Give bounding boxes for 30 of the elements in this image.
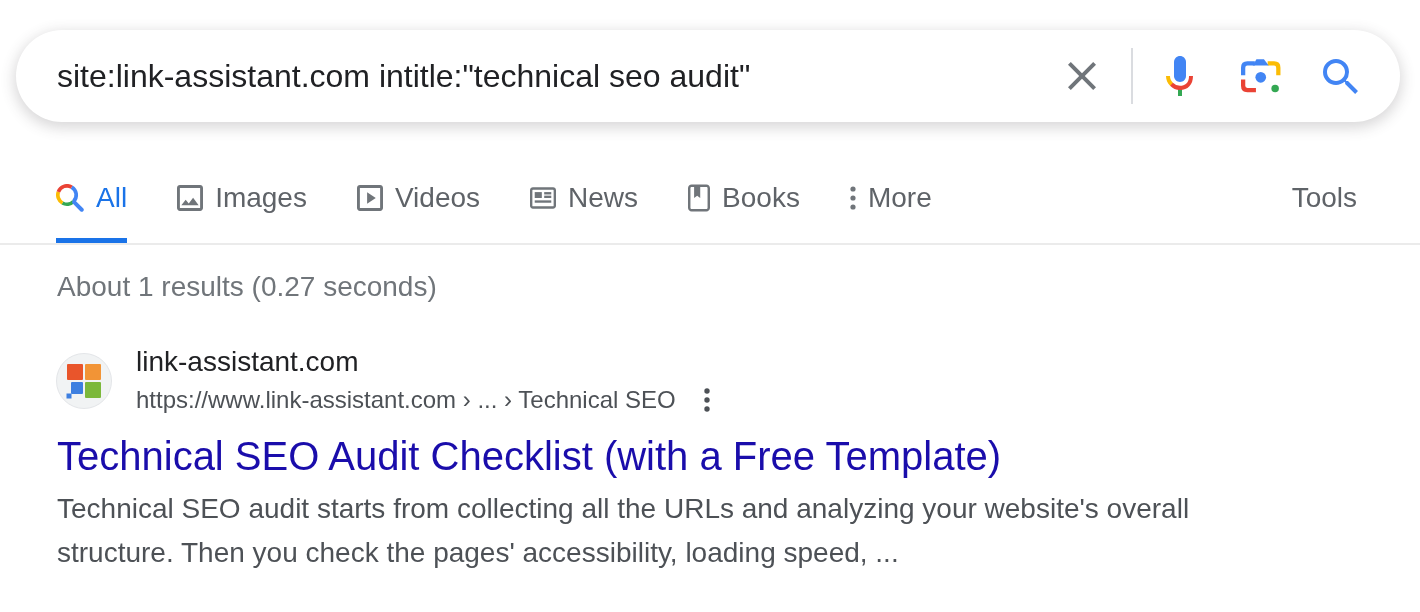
search-field[interactable]: site:link-assistant.com intitle:"technical seo audit"	[57, 56, 1068, 96]
search-button[interactable]	[1323, 58, 1358, 94]
search-tab[interactable]: Books	[688, 160, 800, 243]
search-tab[interactable]: Videos	[356, 160, 481, 243]
search-tab[interactable]: News	[530, 160, 639, 243]
voice-search-button[interactable]	[1166, 56, 1194, 96]
result-menu-button[interactable]	[703, 388, 710, 412]
more-vertical-icon	[849, 186, 856, 210]
tools-button[interactable]: Tools	[1291, 160, 1357, 243]
search-tab[interactable]: Images	[177, 160, 307, 243]
newspaper-icon	[530, 187, 557, 209]
search-tab[interactable]: More	[849, 160, 932, 243]
search-icon	[1323, 58, 1358, 94]
clear-button[interactable]	[1068, 62, 1096, 90]
search-icon	[56, 184, 84, 212]
play-icon	[356, 185, 383, 211]
site-favicon-icon	[56, 352, 112, 409]
image-icon	[177, 185, 204, 211]
site-name: link-assistant.com	[136, 345, 359, 379]
result-stats: About 1 results (0.27 seconds)	[57, 271, 437, 303]
close-icon	[1068, 62, 1096, 90]
more-vertical-icon	[703, 388, 710, 412]
microphone-icon	[1166, 56, 1194, 96]
result-url: https://www.link-assistant.com › ... › Technical SEO	[136, 385, 676, 415]
search-tab[interactable]: All	[56, 160, 128, 243]
result-snippet: Technical SEO audit starts from collecting all the URLs and analyzing your website's overall structure. Then you check the pages' accessibility, loading speed, ...	[57, 492, 1191, 570]
image-search-button[interactable]	[1241, 58, 1281, 94]
result-title-link[interactable]: Technical SEO Audit Checklist (with a Free Template)	[57, 430, 1002, 482]
book-icon	[688, 184, 711, 212]
camera-lens-icon	[1241, 58, 1281, 94]
